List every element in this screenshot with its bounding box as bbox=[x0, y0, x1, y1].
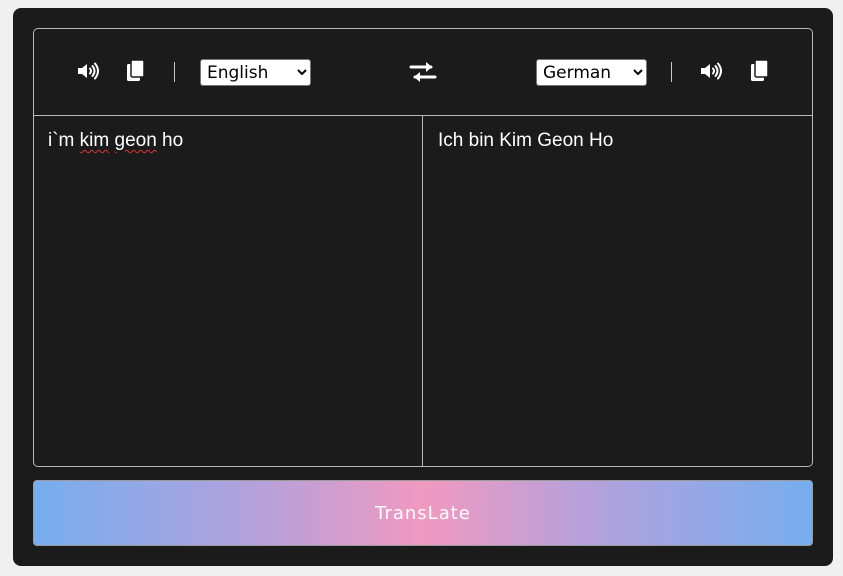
to-copy-icon[interactable] bbox=[750, 59, 770, 83]
from-text-input[interactable]: i`m kim geon ho bbox=[34, 116, 423, 466]
translate-button[interactable]: TransLate bbox=[33, 480, 813, 546]
from-text-part: ho bbox=[156, 130, 184, 151]
to-text-output[interactable]: Ich bin Kim Geon Ho bbox=[424, 116, 812, 466]
translation-panel: English German i`m kim geon ho Ich bin K… bbox=[33, 28, 813, 467]
to-language-select[interactable]: German bbox=[536, 59, 647, 86]
misspelled-word: kim bbox=[79, 130, 110, 151]
translator-app: English German i`m kim geon ho Ich bin K… bbox=[13, 8, 833, 566]
controls-bar: English German bbox=[34, 29, 812, 116]
misspelled-word: geon bbox=[114, 130, 157, 151]
divider bbox=[671, 62, 672, 82]
exchange-icon[interactable] bbox=[409, 60, 437, 84]
divider bbox=[174, 62, 175, 82]
from-copy-icon[interactable] bbox=[126, 59, 146, 83]
from-speaker-icon[interactable] bbox=[76, 59, 100, 83]
to-text-content: Ich bin Kim Geon Ho bbox=[438, 130, 614, 151]
from-language-select[interactable]: English bbox=[200, 59, 311, 86]
from-text-part: i`m bbox=[48, 130, 80, 151]
to-speaker-icon[interactable] bbox=[699, 59, 723, 83]
